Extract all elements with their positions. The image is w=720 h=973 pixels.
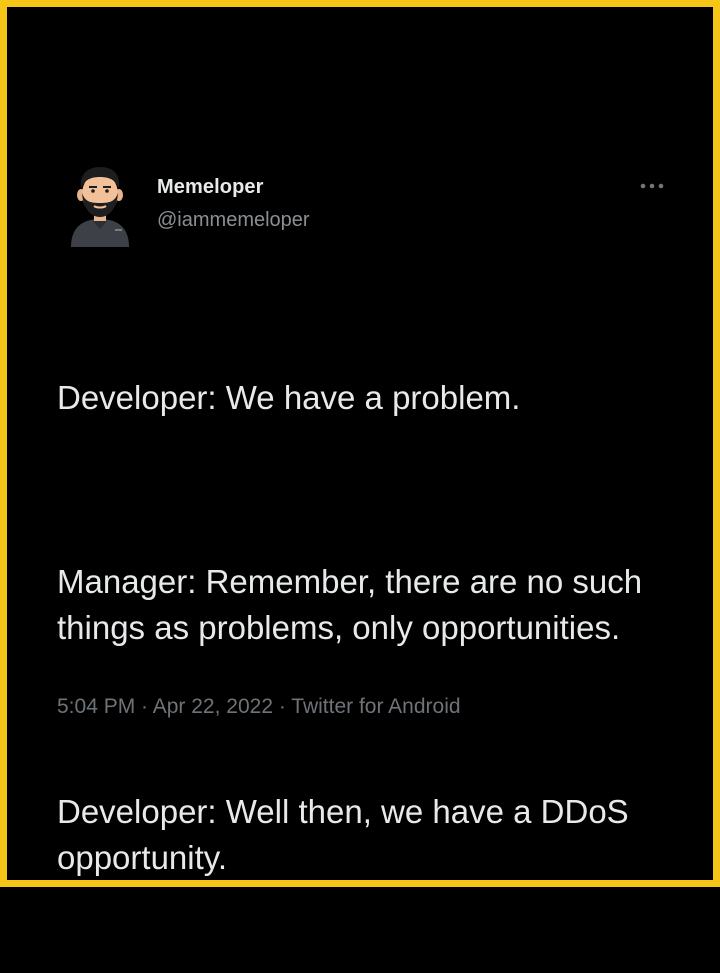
tweet-time[interactable]: 5:04 PM [57,695,135,718]
image-frame: Memeloper @iammemeloper Developer: We ha… [0,0,720,887]
meta-separator: · [135,695,153,718]
meta-separator: · [273,695,292,718]
author-display-name[interactable]: Memeloper [157,176,264,199]
bearded-developer-avatar-icon[interactable] [65,163,135,247]
tweet-paragraph: Developer: We have a problem. [57,379,521,416]
tweet-source[interactable]: Twitter for Android [291,695,460,718]
more-horizontal-icon[interactable] [635,175,669,197]
tweet-paragraph: Manager: Remember, there are no such thi… [57,563,652,646]
tweet-card: Memeloper @iammemeloper Developer: We ha… [7,7,713,880]
tweet-date[interactable]: Apr 22, 2022 [153,695,273,718]
author-handle[interactable]: @iammemeloper [157,209,310,232]
tweet-paragraph: Developer: Well then, we have a DDoS opp… [57,793,638,876]
tweet-body: Developer: We have a problem. Manager: R… [57,283,677,973]
tweet-metadata: 5:04 PM · Apr 22, 2022 · Twitter for And… [57,695,461,719]
